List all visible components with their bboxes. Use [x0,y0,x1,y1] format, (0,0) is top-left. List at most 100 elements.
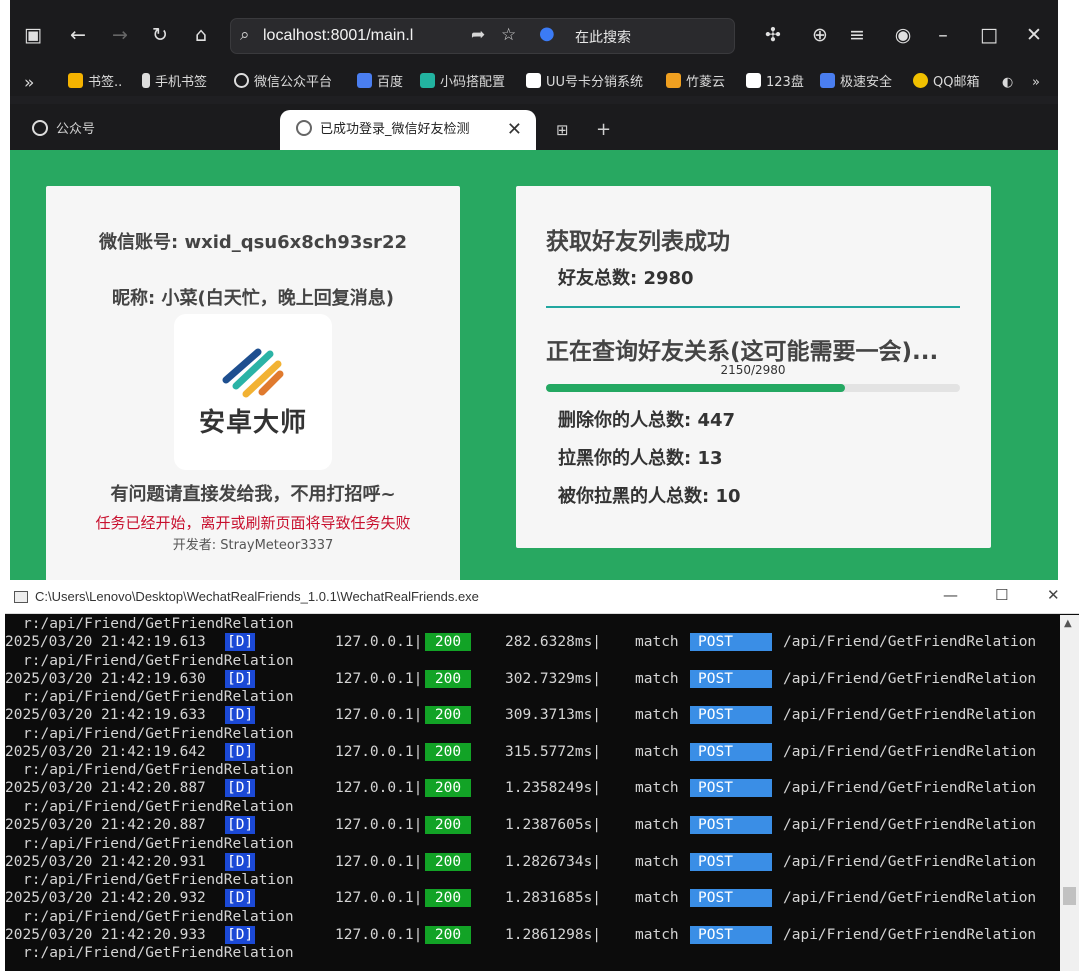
forward-icon[interactable]: → [107,22,133,48]
close-icon[interactable]: ✕ [1021,22,1047,48]
developer-label: 开发者: StrayMeteor3337 [172,538,334,553]
bookmark-item[interactable]: 竹菱云 [666,72,725,94]
bookmark-item[interactable]: QQ邮箱 [913,72,979,94]
log-duration: 309.3713ms| [505,707,602,724]
maximize-icon[interactable]: □ [976,22,1002,48]
contact-label: 有问题请直接发给我，不用打招呼~ [110,484,396,505]
console-app-icon [14,591,28,603]
log-level-badge: [D] [225,779,256,798]
console-output[interactable]: r:/api/Friend/GetFriendRelation 2025/03/2… [5,615,1060,971]
log-duration: 1.2358249s| [505,780,602,797]
console-scrollbar[interactable]: ▲ [1060,615,1079,971]
method-badge: POST [690,633,772,651]
console-title: C:\Users\Lenovo\Desktop\WechatRealFriend… [35,589,479,604]
log-match: match [635,707,679,724]
log-path: /api/Friend/GetFriendRelation [783,707,1037,724]
progress-label: 2150/2980 [720,363,786,377]
star-icon[interactable]: ☆ [501,25,516,45]
scroll-up-icon[interactable]: ▲ [1064,618,1072,629]
star-icon [68,73,83,88]
progress-bar [546,384,960,392]
log-path: /api/Friend/GetFriendRelation [783,634,1037,650]
bookmark-item[interactable]: 123盘 [746,72,804,94]
console-titlebar[interactable]: C:\Users\Lenovo\Desktop\WechatRealFriend… [5,580,1079,614]
minimize-icon[interactable]: – [930,22,956,48]
console-route-line: r:/api/Friend/GetFriendRelation [23,872,294,889]
log-duration: 302.7329ms| [505,670,602,687]
log-path: /api/Friend/GetFriendRelation [783,853,1037,870]
baidu-paw-icon[interactable]: ● [539,23,555,44]
log-duration: 1.2826734s| [505,853,602,870]
extensions-icon[interactable]: ✣ [760,22,786,48]
bookmark-item[interactable]: 小码搭配置 [420,72,505,94]
download-icon[interactable]: ⊕ [807,22,833,48]
bookmark-item[interactable]: UU号卡分销系统 [526,72,643,94]
status-badge: 200 [425,742,471,761]
log-match: match [635,634,679,650]
bookmark-item[interactable]: 微信公众平台 [234,72,332,94]
address-bar[interactable]: ⌕ localhost:8001/main.l ➦ ☆ ● 在此搜索 [230,18,735,54]
log-duration: 1.2831685s| [505,890,602,907]
log-level-badge: [D] [225,925,256,944]
status-card: 获取好友列表成功 好友总数: 2980 正在查询好友关系(这可能需要一会)...… [516,186,991,548]
log-ip: 127.0.0.1| [335,780,423,797]
log-timestamp: 2025/03/20 21:42:20.933 [5,926,206,943]
bookmark-item[interactable]: 百度 [357,72,403,94]
bookmark-item[interactable]: 极速安全 [820,72,892,94]
status-title: 获取好友列表成功 [546,229,730,255]
log-timestamp: 2025/03/20 21:42:20.931 [5,853,206,870]
method-badge: POST [690,669,772,688]
console-close-icon[interactable]: ✕ [1047,586,1060,604]
sidebar-toggle-icon[interactable]: ▣ [20,22,46,48]
share-icon[interactable]: ➦ [471,25,485,45]
qr-image: 安卓大师 [174,314,332,470]
menu-icon[interactable]: ≡ [844,22,870,48]
logo-text: 安卓大师 [198,408,307,438]
tab-friend-check[interactable]: 已成功登录_微信好友检测 ✕ [280,110,536,150]
log-match: match [635,890,679,907]
tab-close-icon[interactable]: ✕ [507,110,522,150]
status-badge: 200 [425,706,471,725]
search-icon: ⌕ [240,25,250,45]
tab-official-account[interactable]: 公众号 [16,110,276,150]
cloud-icon [666,73,681,88]
log-ip: 127.0.0.1| [335,707,423,724]
bookmarks-overflow-icon[interactable]: » [1032,72,1040,94]
log-match: match [635,743,679,760]
url-text[interactable]: localhost:8001/main.l [263,27,413,45]
browser-window: ▣ ← → ↻ ⌂ ⌕ localhost:8001/main.l ➦ ☆ ● … [10,0,1058,600]
console-minimize-icon[interactable]: — [943,586,958,604]
new-tab-icon[interactable]: + [588,110,618,150]
query-title: 正在查询好友关系(这可能需要一会)... [546,339,939,365]
log-duration: 282.6328ms| [505,634,602,650]
console-route-line: r:/api/Friend/GetFriendRelation [23,616,294,632]
wechat-icon [32,120,48,136]
home-icon[interactable]: ⌂ [188,22,214,48]
chrome-icon[interactable]: ◐ [1002,72,1013,94]
log-timestamp: 2025/03/20 21:42:20.887 [5,817,206,833]
bookmarks-more-icon[interactable]: » [24,72,34,94]
tab-group-icon[interactable]: ⊞ [548,110,578,150]
log-timestamp: 2025/03/20 21:42:19.630 [5,670,206,687]
baidu-icon [357,73,372,88]
tab-strip: 公众号 已成功登录_微信好友检测 ✕ ⊞ + [10,104,1058,150]
log-ip: 127.0.0.1| [335,670,423,687]
back-icon[interactable]: ← [65,22,91,48]
log-match: match [635,926,679,943]
log-ip: 127.0.0.1| [335,817,423,833]
status-badge: 200 [425,925,471,944]
console-route-line: r:/api/Friend/GetFriendRelation [23,835,294,852]
disk-icon [746,73,761,88]
scrollbar-thumb[interactable] [1063,887,1076,905]
search-engine-label[interactable]: 在此搜索 [575,27,631,47]
bookmark-item[interactable]: 书签.. [68,72,122,94]
bookmark-item[interactable]: 手机书签 [142,72,207,94]
warning-text: 任务已经开始，离开或刷新页面将导致任务失败 [95,514,411,532]
console-route-line: r:/api/Friend/GetFriendRelation [23,689,294,706]
console-route-line: r:/api/Friend/GetFriendRelation [23,908,294,925]
log-ip: 127.0.0.1| [335,890,423,907]
reload-icon[interactable]: ↻ [147,22,173,48]
log-duration: 1.2387605s| [505,817,602,833]
console-maximize-icon[interactable]: ☐ [995,586,1008,604]
avatar[interactable]: ◉ [890,22,916,48]
